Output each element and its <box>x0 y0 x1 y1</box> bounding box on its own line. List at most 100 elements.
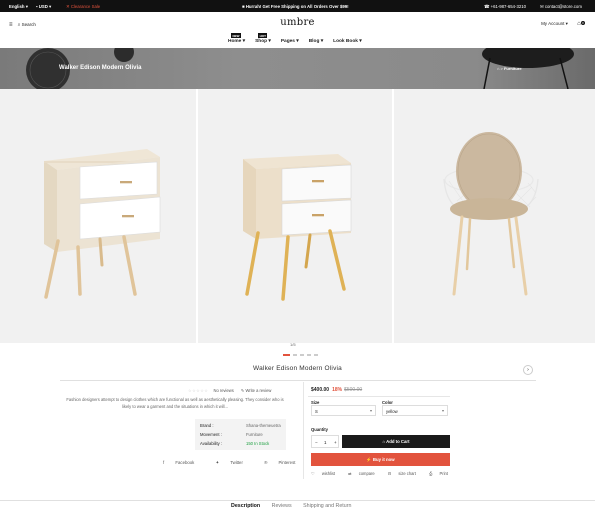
next-product-button[interactable]: › <box>523 365 533 375</box>
truck-icon: ■ <box>242 3 245 9</box>
add-to-cart-label: Add to Cart <box>386 439 410 444</box>
size-value: S <box>315 409 318 414</box>
compare-link[interactable]: ⇄ compare <box>348 471 381 476</box>
ruler-icon: ⊟ <box>387 471 392 476</box>
brand-value[interactable]: Shana-themeuetra <box>246 423 281 428</box>
breadcrumb-banner: Walker Edison Modern Olivia ⌂ > Furnitur… <box>0 48 595 89</box>
discount-badge: 18% <box>332 387 343 393</box>
nav-pages[interactable]: Pages ▾ <box>281 39 299 44</box>
gallery-slide[interactable] <box>0 89 196 343</box>
quantity-label: Quantity <box>311 427 328 432</box>
home-icon[interactable]: ⌂ <box>497 66 499 71</box>
gallery-slide[interactable] <box>198 89 392 343</box>
price-current: $400.00 <box>311 387 330 393</box>
gallery-counter: 1/5 <box>290 342 296 347</box>
gallery-dot[interactable] <box>293 354 297 356</box>
compare-label: compare <box>358 471 375 476</box>
print-link[interactable]: ⎙ Print <box>429 471 454 476</box>
size-select[interactable]: S ▾ <box>311 405 376 416</box>
email-link[interactable]: ✉ contact@store.com <box>540 4 582 10</box>
product-title: Walker Edison Modern Olivia <box>253 365 342 372</box>
nav-blog-label: Blog <box>308 39 320 44</box>
add-to-cart-button[interactable]: ⌂ Add to Cart <box>342 435 450 448</box>
cart-count-badge: 0 <box>580 21 585 25</box>
nav-blog[interactable]: Blog ▾ <box>309 39 323 44</box>
edit-icon: ✎ <box>240 388 245 393</box>
movement-value: Furniture <box>246 432 263 437</box>
breadcrumb-current: Furniture <box>503 66 522 71</box>
price-block: $400.00 18% $500.00 <box>311 387 362 393</box>
meta-brand-row: Brand : Shana-themeuetra <box>200 423 281 428</box>
twitter-icon: ✦ <box>215 460 220 465</box>
wishlist-label: wishlist <box>321 471 336 476</box>
facebook-label: Facebook <box>175 460 195 465</box>
color-select[interactable]: yellow ▾ <box>382 405 448 416</box>
buy-now-button[interactable]: ⚡ Buy it now <box>311 453 450 466</box>
buy-now-label: Buy it now <box>372 457 395 462</box>
twitter-label: Twitter <box>230 460 243 465</box>
currency-selector[interactable]: ▪ USD ▾ <box>36 4 51 10</box>
chevron-down-icon: ▾ <box>441 408 444 413</box>
phone-link[interactable]: ☎ +61-987-654-3210 <box>484 4 526 10</box>
clearance-label: Clearance Sale <box>70 3 101 9</box>
cart-icon: ⌂ <box>382 439 386 444</box>
phone-text: +61-987-654-3210 <box>490 3 527 9</box>
reviews-count[interactable]: No reviews <box>214 388 234 393</box>
tab-description[interactable]: Description <box>231 503 260 509</box>
share-twitter[interactable]: ✦ Twitter <box>215 460 252 465</box>
bolt-icon: ⚡ <box>366 457 372 462</box>
tab-shipping[interactable]: Shipping and Return <box>303 503 351 509</box>
divider <box>0 500 595 501</box>
account-label: My Account <box>541 21 565 26</box>
language-selector[interactable]: English ▾ <box>9 4 28 10</box>
share-facebook[interactable]: f Facebook <box>163 460 204 465</box>
gallery-dot[interactable] <box>307 354 311 356</box>
banner-title: Walker Edison Modern Olivia <box>59 65 142 71</box>
movement-label: Movement : <box>200 432 222 437</box>
gallery-dot[interactable] <box>300 354 304 356</box>
compare-icon: ⇄ <box>348 471 352 476</box>
nav-look-book-label: Look Book <box>333 39 358 44</box>
product-tabs: Description Reviews Shipping and Return <box>231 503 361 509</box>
logo[interactable]: umbre <box>0 17 595 28</box>
header-right: My Account ▾ ⌂0 <box>541 21 585 27</box>
gallery-dot[interactable] <box>283 354 290 356</box>
chevron-right-icon: › <box>527 367 529 373</box>
quantity-stepper[interactable]: − 1 + <box>311 435 339 448</box>
gallery-dot[interactable] <box>314 354 318 356</box>
color-value: yellow <box>386 409 398 414</box>
write-review-link[interactable]: Write a review <box>245 388 271 393</box>
chair-image <box>443 132 539 296</box>
quantity-value[interactable]: 1 <box>324 440 327 445</box>
flag-icon: ▪ <box>36 3 38 9</box>
tab-reviews[interactable]: Reviews <box>272 503 292 509</box>
phone-icon: ☎ <box>484 3 490 9</box>
facebook-icon: f <box>163 460 165 465</box>
share-pinterest[interactable]: ℗ Pinterest <box>264 460 305 465</box>
size-chart-link[interactable]: ⊟ size chart <box>388 471 422 476</box>
chevron-down-icon: ▾ <box>369 408 372 413</box>
nav-look-book[interactable]: Look Book ▾ <box>333 39 362 44</box>
main-nav: NEW Home ▾ HOT Shop ▾ Pages ▾ Blog ▾ Look … <box>228 33 372 44</box>
gallery-slide[interactable] <box>394 89 595 343</box>
clearance-link[interactable]: ✕ Clearance Sale <box>66 4 100 10</box>
currency-label: USD <box>38 3 48 9</box>
increment-button[interactable]: + <box>334 440 337 445</box>
heart-icon: ♡ <box>311 471 315 476</box>
pinterest-icon: ℗ <box>264 460 268 465</box>
review-summary: ☆☆☆☆☆ No reviews ✎ Write a review <box>188 388 271 393</box>
decrement-button[interactable]: − <box>315 440 318 445</box>
nav-shop[interactable]: HOT Shop ▾ <box>255 33 271 44</box>
close-icon: ✕ <box>66 3 70 9</box>
star-rating: ☆☆☆☆☆ <box>188 388 209 393</box>
account-menu[interactable]: My Account ▾ <box>541 21 568 26</box>
breadcrumb: ⌂ > Furniture <box>497 66 522 71</box>
availability-value: 150 In Stock <box>246 441 270 446</box>
meta-movement-row: Movement : Furniture <box>200 432 263 437</box>
gallery-dots <box>283 354 318 356</box>
email-text: contact@store.com <box>544 3 582 9</box>
nav-home[interactable]: NEW Home ▾ <box>228 33 245 44</box>
nav-shop-label: Shop <box>255 39 268 44</box>
wishlist-link[interactable]: ♡ wishlist <box>311 471 341 476</box>
product-gallery <box>0 89 595 343</box>
